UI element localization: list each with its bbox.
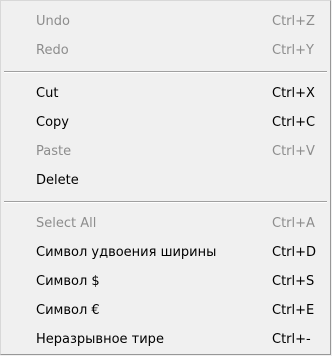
menu-item-shortcut: Ctrl+-: [272, 332, 311, 347]
menu-item-label: Символ удвоения ширины: [36, 245, 217, 260]
menu-item-shortcut: Ctrl+V: [272, 144, 315, 159]
menu-item-redo[interactable]: Redo Ctrl+Y: [1, 36, 330, 65]
menu-item-label: Delete: [36, 173, 79, 188]
menu-item-label: Copy: [36, 115, 69, 130]
menu-item-paste[interactable]: Paste Ctrl+V: [1, 137, 330, 166]
menu-item-euro-char[interactable]: Символ € Ctrl+E: [1, 296, 330, 325]
menu-item-shortcut: Ctrl+A: [272, 216, 315, 231]
context-menu: Undo Ctrl+Z Redo Ctrl+Y Cut Ctrl+X Copy …: [0, 0, 331, 355]
menu-item-copy[interactable]: Copy Ctrl+C: [1, 108, 330, 137]
menu-item-undo[interactable]: Undo Ctrl+Z: [1, 7, 330, 36]
menu-item-label: Paste: [36, 144, 72, 159]
menu-item-cut[interactable]: Cut Ctrl+X: [1, 79, 330, 108]
menu-item-label: Undo: [36, 14, 70, 29]
menu-item-shortcut: Ctrl+X: [272, 86, 315, 101]
menu-item-delete[interactable]: Delete: [1, 166, 330, 195]
menu-item-shortcut: Ctrl+Z: [272, 14, 315, 29]
menu-item-label: Символ $: [36, 274, 100, 289]
menu-item-shortcut: Ctrl+Y: [272, 43, 314, 58]
menu-item-label: Select All: [36, 216, 97, 231]
menu-item-label: Неразрывное тире: [36, 332, 164, 347]
menu-item-label: Redo: [36, 43, 69, 58]
menu-separator: [4, 201, 327, 203]
menu-item-shortcut: Ctrl+S: [272, 274, 315, 289]
menu-item-shortcut: Ctrl+C: [272, 115, 316, 130]
menu-item-double-width-char[interactable]: Символ удвоения ширины Ctrl+D: [1, 238, 330, 267]
menu-item-shortcut: Ctrl+D: [272, 245, 317, 260]
menu-item-select-all[interactable]: Select All Ctrl+A: [1, 209, 330, 238]
menu-item-nonbreaking-hyphen[interactable]: Неразрывное тире Ctrl+-: [1, 325, 330, 354]
menu-separator: [4, 71, 327, 73]
menu-item-label: Символ €: [36, 303, 100, 318]
menu-item-dollar-char[interactable]: Символ $ Ctrl+S: [1, 267, 330, 296]
menu-item-label: Cut: [36, 86, 59, 101]
menu-item-shortcut: Ctrl+E: [272, 303, 315, 318]
